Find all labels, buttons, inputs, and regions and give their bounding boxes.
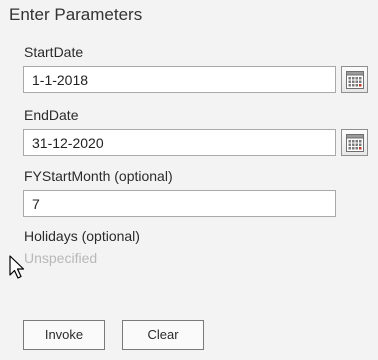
holidays-placeholder[interactable]: Unspecified [24, 250, 97, 266]
calendar-icon [346, 71, 364, 89]
enter-parameters-panel: Enter Parameters StartDate EndDate [0, 0, 378, 360]
end-date-input[interactable] [23, 129, 336, 156]
mouse-pointer-icon [9, 255, 25, 279]
fy-start-month-input[interactable] [23, 190, 336, 217]
holidays-label: Holidays (optional) [24, 228, 140, 244]
end-date-calendar-button[interactable] [341, 129, 368, 156]
calendar-icon [346, 134, 364, 152]
start-date-label: StartDate [24, 44, 84, 60]
start-date-input[interactable] [23, 66, 336, 93]
end-date-label: EndDate [24, 107, 79, 123]
start-date-calendar-button[interactable] [341, 66, 368, 93]
panel-title: Enter Parameters [9, 5, 143, 24]
fy-start-month-label: FYStartMonth (optional) [24, 168, 173, 184]
invoke-button[interactable]: Invoke [23, 320, 105, 350]
clear-button[interactable]: Clear [122, 320, 204, 350]
